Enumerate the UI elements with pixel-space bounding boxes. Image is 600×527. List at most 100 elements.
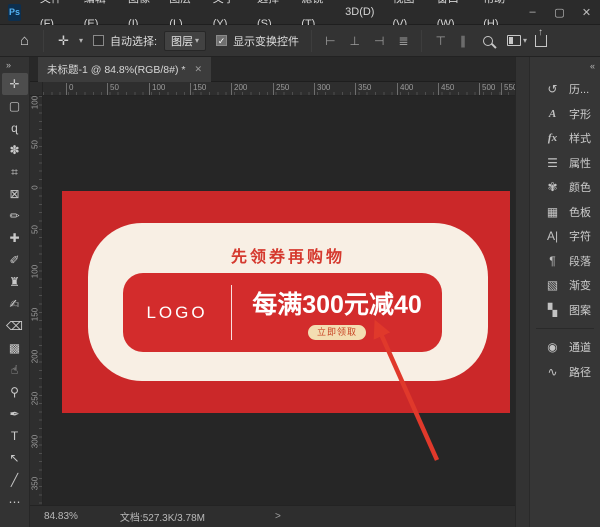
ruler-tick: 50 <box>31 222 40 238</box>
ruler-tick: 50 <box>107 83 119 95</box>
color-icon: ✾ <box>544 180 561 194</box>
coupon-box: LOGO 每满300元减40 立即领取 <box>123 273 442 352</box>
gradient-icon: ▧ <box>544 278 561 292</box>
tool-eraser[interactable]: ⌫ <box>2 315 28 337</box>
search-icon[interactable] <box>483 36 493 46</box>
ruler-tick: 0 <box>31 180 40 196</box>
panel-glyphs[interactable]: A 字形 <box>530 102 600 127</box>
auto-select-dropdown[interactable]: 图层 ▾ <box>164 31 206 51</box>
separator <box>536 328 594 329</box>
tool-move[interactable]: ✛ <box>2 73 28 95</box>
collapse-dock-icon[interactable]: « <box>590 61 595 71</box>
tools-panel: » ✛ ▢ ɋ ✽ ⌗ ⊠ ✏ ✚ ✐ ♜ ✍ ⌫ ▩ ☝ ⚲ ✒ T ↖ ╱ … <box>0 57 30 527</box>
maximize-button[interactable]: ▢ <box>546 0 573 25</box>
canvas-image[interactable]: 先领券再购物 LOGO 每满300元减40 立即领取 <box>62 191 510 413</box>
tool-clone-stamp[interactable]: ♜ <box>2 271 28 293</box>
ruler-tick: 350 <box>31 476 40 492</box>
tool-pen[interactable]: ✒ <box>2 403 28 425</box>
tool-crop[interactable]: ⌗ <box>2 161 28 183</box>
tool-quick-selection[interactable]: ✽ <box>2 139 28 161</box>
tool-spot-healing-brush[interactable]: ✚ <box>2 227 28 249</box>
panel-paths[interactable]: ∿ 路径 <box>530 360 600 385</box>
menu-3d[interactable]: 3D(D) <box>336 0 383 25</box>
channels-icon: ◉ <box>544 340 561 354</box>
panel-channels[interactable]: ◉ 通道 <box>530 335 600 360</box>
share-icon[interactable] <box>535 35 547 47</box>
close-button[interactable]: ✕ <box>573 0 600 25</box>
ruler-tick: 350 <box>355 83 371 95</box>
tool-type[interactable]: T <box>2 425 28 447</box>
distribute-icon[interactable]: ≣ <box>391 34 415 48</box>
chevron-down-icon[interactable]: ▾ <box>523 36 527 45</box>
healing-brush-icon: ✚ <box>9 231 19 245</box>
tool-frame[interactable]: ⊠ <box>2 183 28 205</box>
tool-brush[interactable]: ✐ <box>2 249 28 271</box>
banner-headline: 先领券再购物 <box>88 243 488 267</box>
ruler-tick: 200 <box>31 349 40 365</box>
tool-path-selection[interactable]: ↖ <box>2 447 28 469</box>
align-right-edges-icon[interactable]: ⊣ <box>367 34 391 48</box>
offer-zone: 每满300元减40 立即领取 <box>232 273 442 352</box>
zoom-level-field[interactable]: 84.83% <box>44 511 78 522</box>
panel-properties[interactable]: ☰ 属性 <box>530 151 600 176</box>
move-tool-icon[interactable]: ✛ <box>50 33 77 49</box>
document-size-info[interactable]: 文档:527.3K/3.78M <box>120 509 205 524</box>
tool-smudge[interactable]: ☝ <box>2 359 28 381</box>
horizontal-ruler: 0 50 100 150 200 250 300 350 400 450 500… <box>43 82 515 96</box>
auto-select-value: 图层 <box>171 33 193 49</box>
ruler-tick: 300 <box>314 83 330 95</box>
tool-line[interactable]: ╱ <box>2 469 28 491</box>
tool-rectangular-marquee[interactable]: ▢ <box>2 95 28 117</box>
panel-character[interactable]: A| 字符 <box>530 224 600 249</box>
align-left-edges-icon[interactable]: ⊢ <box>318 34 342 48</box>
pen-icon: ✒ <box>9 407 19 421</box>
panel-history[interactable]: ↺ 历... <box>530 77 600 102</box>
expand-toolbar-icon[interactable]: » <box>0 57 11 73</box>
character-icon: A| <box>544 229 561 243</box>
chevron-down-icon[interactable]: ▾ <box>79 36 83 45</box>
clone-stamp-icon: ♜ <box>9 275 20 289</box>
options-bar: ⌂ ✛ ▾ 自动选择: 图层 ▾ ✓ 显示变换控件 ⊢ ⊥ ⊣ ≣ ⊤ ∥ ▾ <box>0 25 600 57</box>
show-transform-checkbox[interactable]: ✓ <box>216 35 227 46</box>
tool-eyedropper[interactable]: ✏ <box>2 205 28 227</box>
document-tab[interactable]: 未标题-1 @ 84.8%(RGB/8#) * ✕ <box>38 57 211 82</box>
panel-swatches[interactable]: ▦ 色板 <box>530 200 600 225</box>
document-title: 未标题-1 @ 84.8%(RGB/8#) * <box>47 62 185 77</box>
canvas-viewport[interactable]: 先领券再购物 LOGO 每满300元减40 立即领取 <box>43 96 515 505</box>
cta-button: 立即领取 <box>308 325 366 340</box>
gradient-icon: ▩ <box>9 341 20 355</box>
fx-icon: fx <box>544 132 561 144</box>
tool-lasso[interactable]: ɋ <box>2 117 28 139</box>
panel-styles[interactable]: fx 样式 <box>530 126 600 151</box>
panel-dock-column: « ↺ 历... A 字形 fx 样式 ☰ 属性 <box>529 57 600 527</box>
panel-color[interactable]: ✾ 颜色 <box>530 175 600 200</box>
minimize-button[interactable]: – <box>519 0 546 25</box>
auto-select-checkbox[interactable] <box>93 35 104 46</box>
workspace-switcher-icon[interactable] <box>507 35 521 46</box>
tool-history-brush[interactable]: ✍ <box>2 293 28 315</box>
ruler-tick: 100 <box>149 83 165 95</box>
tool-gradient[interactable]: ▩ <box>2 337 28 359</box>
align-top-edges-icon[interactable]: ⊤ <box>428 34 452 48</box>
ruler-tick: 500 <box>479 83 495 95</box>
panel-patterns[interactable]: ▚ 图案 <box>530 298 600 323</box>
path-selection-icon: ↖ <box>9 451 19 465</box>
brush-icon: ✐ <box>9 253 19 267</box>
edit-toolbar-more[interactable]: ⋯ <box>2 491 28 513</box>
history-brush-icon: ✍ <box>9 297 19 311</box>
document-tab-bar: 未标题-1 @ 84.8%(RGB/8#) * ✕ <box>30 57 515 82</box>
panel-gradients[interactable]: ▧ 渐变 <box>530 273 600 298</box>
eraser-icon: ⌫ <box>6 319 23 333</box>
panel-paragraph[interactable]: ¶ 段落 <box>530 249 600 274</box>
align-vertical-centers-icon[interactable]: ⊥ <box>343 34 367 48</box>
ruler-tick: 200 <box>231 83 247 95</box>
status-chevron-icon[interactable]: > <box>275 511 281 522</box>
tool-dodge[interactable]: ⚲ <box>2 381 28 403</box>
swatches-icon: ▦ <box>544 205 561 219</box>
close-tab-icon[interactable]: ✕ <box>194 64 202 75</box>
distribute-horizontal-icon[interactable]: ∥ <box>453 34 473 48</box>
menu-bar: Ps 文件(F) 编辑(E) 图像(I) 图层(L) 文字(Y) 选择(S) 滤… <box>0 0 600 25</box>
dodge-icon: ⚲ <box>10 385 19 399</box>
home-icon[interactable]: ⌂ <box>12 32 37 49</box>
frame-icon: ⊠ <box>9 187 19 201</box>
